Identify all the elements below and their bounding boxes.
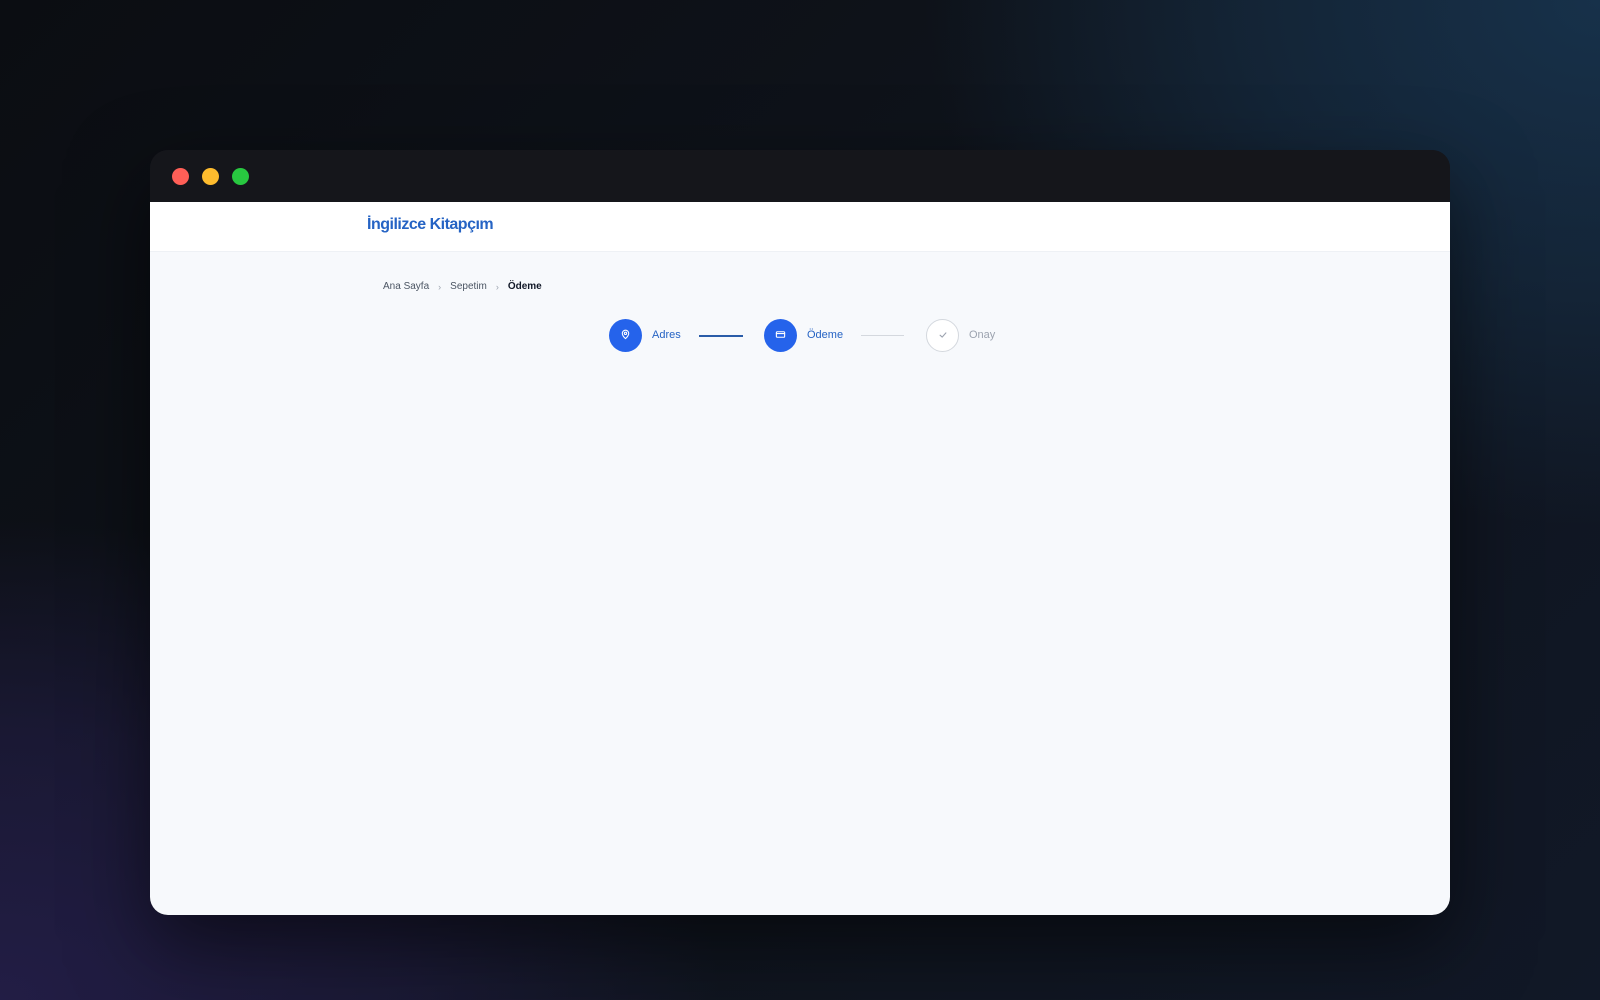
- step-connector-2: [861, 335, 904, 336]
- site-header: İngilizce Kitapçım: [150, 202, 1450, 252]
- map-pin-icon: [620, 327, 631, 345]
- breadcrumb-cart[interactable]: Sepetim: [450, 281, 487, 292]
- checkout-stepper: Adres Ödeme Onay: [150, 319, 1450, 353]
- step-payment-label: Ödeme: [807, 329, 844, 341]
- minimize-window-button[interactable]: [202, 168, 219, 185]
- step-address-circle: [609, 319, 642, 352]
- breadcrumb: Ana Sayfa › Sepetim › Ödeme: [383, 281, 542, 292]
- window-titlebar: [150, 150, 1450, 202]
- check-icon: [938, 327, 948, 345]
- step-payment-circle: [764, 319, 797, 352]
- page-viewport: İngilizce Kitapçım Ana Sayfa › Sepetim ›…: [150, 202, 1450, 915]
- close-window-button[interactable]: [172, 168, 189, 185]
- browser-window: İngilizce Kitapçım Ana Sayfa › Sepetim ›…: [150, 150, 1450, 915]
- step-address-label: Adres: [652, 329, 681, 341]
- chevron-right-icon: ›: [438, 281, 442, 292]
- credit-card-icon: [775, 327, 786, 345]
- step-confirm-label: Onay: [969, 329, 996, 341]
- breadcrumb-current: Ödeme: [507, 281, 542, 292]
- chevron-right-icon: ›: [495, 281, 499, 292]
- breadcrumb-home[interactable]: Ana Sayfa: [383, 281, 429, 292]
- step-connector-1: [699, 335, 743, 337]
- site-logo[interactable]: İngilizce Kitapçım: [367, 216, 494, 234]
- step-confirm-circle: [926, 319, 959, 352]
- maximize-window-button[interactable]: [232, 168, 249, 185]
